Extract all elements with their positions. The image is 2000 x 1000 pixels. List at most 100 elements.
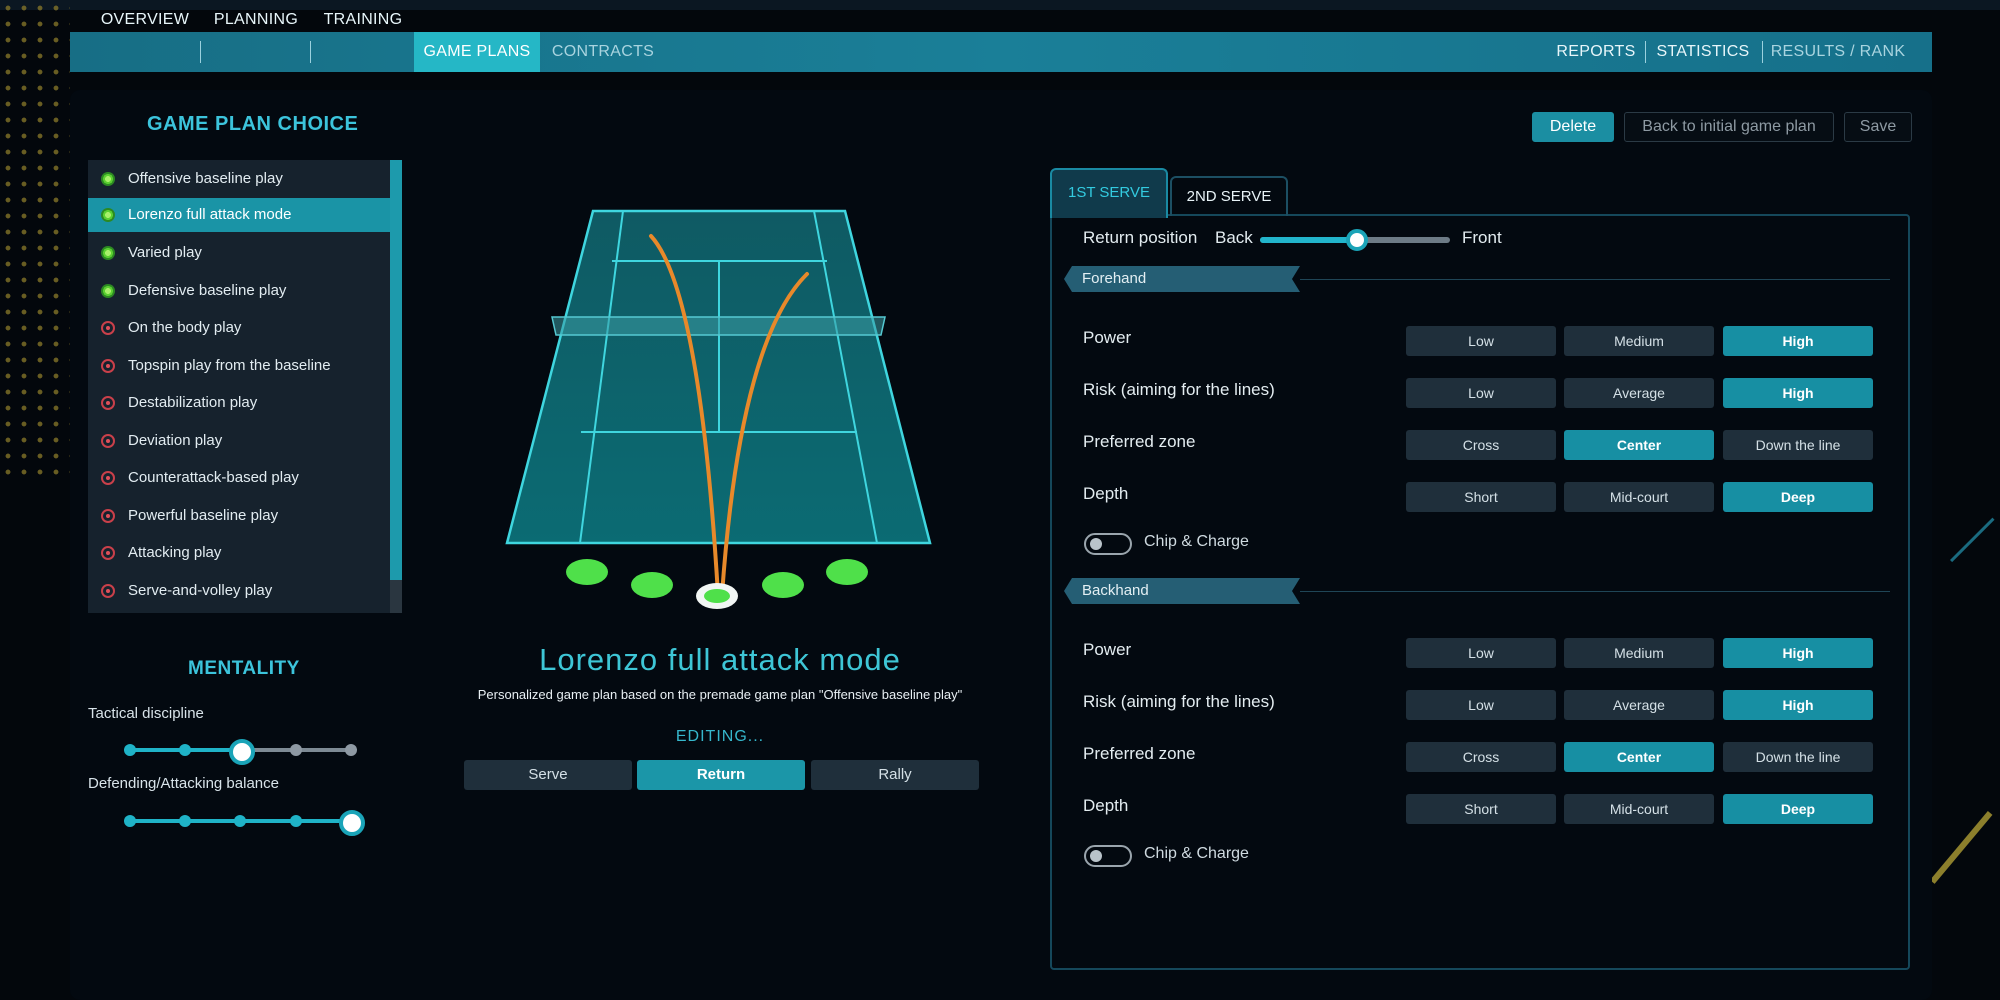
fh-power-label: Power — [1083, 328, 1132, 347]
delete-button[interactable]: Delete — [1532, 112, 1614, 142]
background-stripe — [1930, 811, 1993, 884]
status-red-icon — [101, 509, 115, 523]
plan-item[interactable]: On the body play — [88, 311, 390, 345]
nav-game-plans[interactable]: GAME PLANS — [414, 32, 540, 72]
tab-rally[interactable]: Rally — [811, 760, 979, 790]
court-net — [551, 316, 886, 336]
fh-risk-low[interactable]: Low — [1406, 378, 1556, 408]
bh-power-medium[interactable]: Medium — [1564, 638, 1714, 668]
slider-step[interactable] — [179, 815, 191, 827]
bh-depth-mid-court[interactable]: Mid-court — [1564, 794, 1714, 824]
nav-reports[interactable]: REPORTS — [1552, 32, 1640, 72]
fh-power-low[interactable]: Low — [1406, 326, 1556, 356]
plan-item-label: Powerful baseline play — [128, 507, 279, 524]
fh-zone-cross[interactable]: Cross — [1406, 430, 1556, 460]
plan-item-label: Lorenzo full attack mode — [128, 206, 292, 223]
slider-step[interactable] — [290, 744, 302, 756]
target-zone — [631, 572, 673, 598]
plan-item[interactable]: Varied play — [88, 236, 390, 270]
nav-contracts[interactable]: CONTRACTS — [548, 32, 658, 72]
nav-overview[interactable]: OVERVIEW — [92, 0, 198, 40]
bh-risk-label: Risk (aiming for the lines) — [1083, 692, 1275, 711]
nav-results-rank[interactable]: RESULTS / RANK — [1768, 32, 1908, 72]
back-to-initial-button[interactable]: Back to initial game plan — [1624, 112, 1834, 142]
slider-knob[interactable] — [339, 810, 365, 836]
status-green-icon — [101, 208, 115, 222]
tab-2nd-serve[interactable]: 2ND SERVE — [1170, 176, 1288, 216]
tennis-court-diagram — [505, 209, 932, 609]
background-stripe — [1950, 517, 1995, 563]
fh-depth-label: Depth — [1083, 484, 1129, 503]
plan-item[interactable]: Counterattack-based play — [88, 461, 390, 495]
game-plan-choice-title: GAME PLAN CHOICE — [147, 113, 359, 135]
tab-serve[interactable]: Serve — [464, 760, 632, 790]
toggle-knob — [1090, 538, 1102, 550]
return-back-label: Back — [1215, 228, 1253, 247]
slider-step[interactable] — [179, 744, 191, 756]
slider-step[interactable] — [124, 744, 136, 756]
plan-item[interactable]: Topspin play from the baseline — [88, 349, 390, 383]
nav-planning[interactable]: PLANNING — [204, 0, 308, 40]
bh-depth-deep[interactable]: Deep — [1723, 794, 1873, 824]
plan-item[interactable]: Defensive baseline play — [88, 274, 390, 308]
mentality-title: MENTALITY — [188, 658, 300, 679]
nav-separator — [200, 41, 201, 63]
plan-item[interactable]: Serve-and-volley play — [88, 574, 390, 608]
status-red-icon — [101, 584, 115, 598]
status-green-icon — [101, 246, 115, 260]
plan-item-label: Serve-and-volley play — [128, 582, 273, 599]
plan-item[interactable]: Offensive baseline play — [88, 162, 390, 196]
status-red-icon — [101, 321, 115, 335]
bh-chip-charge-toggle[interactable] — [1084, 845, 1132, 867]
fh-zone-center[interactable]: Center — [1564, 430, 1714, 460]
bh-risk-low[interactable]: Low — [1406, 690, 1556, 720]
plan-item-selected[interactable]: Lorenzo full attack mode — [88, 198, 390, 232]
nav-separator — [310, 41, 311, 63]
bh-risk-average[interactable]: Average — [1564, 690, 1714, 720]
fh-risk-average[interactable]: Average — [1564, 378, 1714, 408]
plan-item-label: Varied play — [128, 244, 202, 261]
forehand-header: Forehand — [1064, 266, 1300, 292]
bh-zone-center[interactable]: Center — [1564, 742, 1714, 772]
fh-power-medium[interactable]: Medium — [1564, 326, 1714, 356]
plan-item[interactable]: Attacking play — [88, 536, 390, 570]
status-red-icon — [101, 396, 115, 410]
tab-return[interactable]: Return — [637, 760, 805, 790]
fh-risk-high[interactable]: High — [1723, 378, 1873, 408]
bh-risk-high[interactable]: High — [1723, 690, 1873, 720]
fh-depth-short[interactable]: Short — [1406, 482, 1556, 512]
slider-step[interactable] — [290, 815, 302, 827]
tab-1st-serve[interactable]: 1ST SERVE — [1050, 168, 1168, 218]
bh-zone-cross[interactable]: Cross — [1406, 742, 1556, 772]
slider-knob[interactable] — [229, 739, 255, 765]
bh-depth-short[interactable]: Short — [1406, 794, 1556, 824]
slider-step[interactable] — [234, 815, 246, 827]
save-button[interactable]: Save — [1844, 112, 1912, 142]
plan-item[interactable]: Powerful baseline play — [88, 499, 390, 533]
slider-fill — [1260, 237, 1358, 243]
bh-power-low[interactable]: Low — [1406, 638, 1556, 668]
plan-subtitle: Personalized game plan based on the prem… — [477, 687, 963, 702]
slider-knob[interactable] — [1346, 229, 1368, 251]
fh-power-high[interactable]: High — [1723, 326, 1873, 356]
slider-step[interactable] — [345, 744, 357, 756]
fh-chip-charge-toggle[interactable] — [1084, 533, 1132, 555]
fh-chip-charge-label: Chip & Charge — [1144, 533, 1249, 550]
plan-item-label: Offensive baseline play — [128, 170, 283, 187]
bh-power-high[interactable]: High — [1723, 638, 1873, 668]
fh-depth-deep[interactable]: Deep — [1723, 482, 1873, 512]
fh-zone-down-the-line[interactable]: Down the line — [1723, 430, 1873, 460]
plan-item[interactable]: Destabilization play — [88, 386, 390, 420]
status-green-icon — [101, 172, 115, 186]
nav-training[interactable]: TRAINING — [314, 0, 412, 40]
backhand-header: Backhand — [1064, 578, 1300, 604]
scrollbar-thumb[interactable] — [390, 160, 402, 580]
plan-list-scrollbar[interactable] — [390, 160, 402, 613]
plan-item-label: Topspin play from the baseline — [128, 357, 331, 374]
fh-depth-mid-court[interactable]: Mid-court — [1564, 482, 1714, 512]
plan-item[interactable]: Deviation play — [88, 424, 390, 458]
slider-step[interactable] — [124, 815, 136, 827]
section-divider — [1300, 279, 1890, 280]
nav-statistics[interactable]: STATISTICS — [1650, 32, 1756, 72]
bh-zone-down-the-line[interactable]: Down the line — [1723, 742, 1873, 772]
